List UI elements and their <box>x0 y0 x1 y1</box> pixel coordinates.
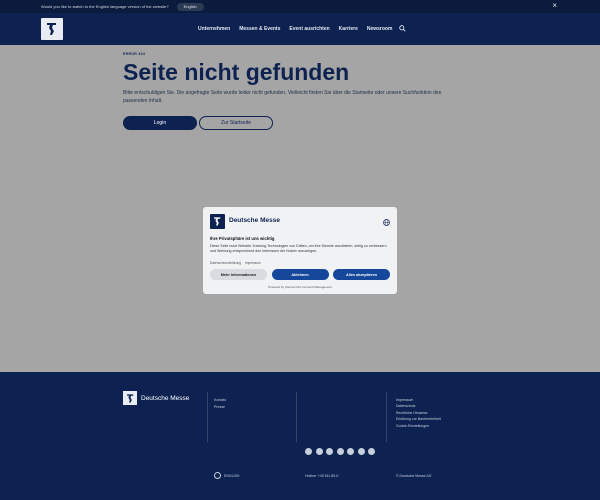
footer-link-barrierefreiheit[interactable]: Erklärung zur Barrierefreiheit <box>396 416 441 422</box>
footer-hotline: Hotline: +49 511 89-0 <box>305 474 339 478</box>
footer-links-legal: Impressum Datenschutz Rechtliche Hinweis… <box>396 397 441 429</box>
nav-unternehmen[interactable]: Unternehmen <box>198 26 230 32</box>
social-icons <box>305 448 375 455</box>
language-switch-message: Would you like to switch to the English … <box>41 4 169 9</box>
consent-title: Ihre Privatsphäre ist uns wichtig <box>210 236 275 241</box>
imprint-link[interactable]: Impressum <box>245 261 261 265</box>
x-icon[interactable] <box>315 448 323 455</box>
consent-logo-icon <box>210 214 225 229</box>
footer-divider <box>386 392 387 442</box>
nav-messen-events[interactable]: Messen & Events <box>239 26 280 32</box>
home-button[interactable]: Zur Startseite <box>199 116 273 130</box>
consent-text: Diese Seite nutzt Website-Tracking-Techn… <box>210 244 387 253</box>
privacy-policy-link[interactable]: Datenschutzerklärung <box>210 261 241 265</box>
deutsche-messe-logo-icon[interactable] <box>41 18 63 40</box>
error-description: Bitte entschuldigen Sie. Die angefragte … <box>123 90 442 104</box>
site-footer: Deutsche Messe Kontakt Presse Impressum … <box>0 372 600 500</box>
xing-icon[interactable] <box>347 448 354 455</box>
youtube-icon[interactable] <box>336 448 344 455</box>
page-title: Seite nicht gefunden <box>123 59 350 85</box>
login-button[interactable]: Login <box>123 116 197 130</box>
accept-all-button[interactable]: Alles akzeptieren <box>333 269 390 280</box>
consent-links: Datenschutzerklärung Impressum <box>210 261 261 265</box>
footer-link-kontakt[interactable]: Kontakt <box>214 397 226 404</box>
site-header: Unternehmen Messen & Events Event ausric… <box>0 13 600 45</box>
instagram-icon[interactable] <box>326 448 333 455</box>
close-icon[interactable]: × <box>552 2 557 10</box>
linkedin-icon[interactable] <box>357 448 365 455</box>
globe-icon <box>214 472 221 479</box>
tiktok-icon[interactable] <box>368 448 375 455</box>
main-navigation: Unternehmen Messen & Events Event ausric… <box>198 25 406 32</box>
consent-dialog: Deutsche Messe Ihre Privatsphäre ist uns… <box>203 207 397 294</box>
footer-links-primary: Kontakt Presse <box>214 397 226 411</box>
search-icon[interactable] <box>399 25 406 34</box>
footer-divider <box>296 392 297 442</box>
consent-powered-by: Powered by Usercentrics Consent Manageme… <box>268 285 332 289</box>
footer-copyright: © Deutsche Messe AG <box>396 474 432 478</box>
footer-brand: Deutsche Messe <box>141 395 190 402</box>
english-button[interactable]: English <box>176 2 204 11</box>
facebook-icon[interactable] <box>305 448 312 455</box>
footer-link-cookie-einstellungen[interactable]: Cookie-Einstellungen <box>396 423 441 429</box>
footer-language-label: ENGLISH <box>224 473 240 478</box>
footer-logo-icon[interactable] <box>123 391 137 405</box>
consent-brand: Deutsche Messe <box>229 217 280 224</box>
footer-divider <box>207 392 208 442</box>
language-switch-bar: Would you like to switch to the English … <box>0 0 600 13</box>
consent-buttons: Mehr Informationen Ablehnen Alles akzept… <box>210 269 390 280</box>
nav-event-ausrichten[interactable]: Event ausrichten <box>289 26 329 32</box>
deny-button[interactable]: Ablehnen <box>271 269 329 280</box>
nav-karriere[interactable]: Karriere <box>339 26 358 32</box>
footer-language-switch[interactable]: ENGLISH <box>214 472 239 479</box>
more-info-button[interactable]: Mehr Informationen <box>210 269 267 280</box>
footer-link-presse[interactable]: Presse <box>214 404 226 411</box>
error-code: ERROR 404 <box>123 52 146 56</box>
globe-icon[interactable] <box>383 213 390 226</box>
nav-newsroom[interactable]: Newsroom <box>367 26 393 32</box>
